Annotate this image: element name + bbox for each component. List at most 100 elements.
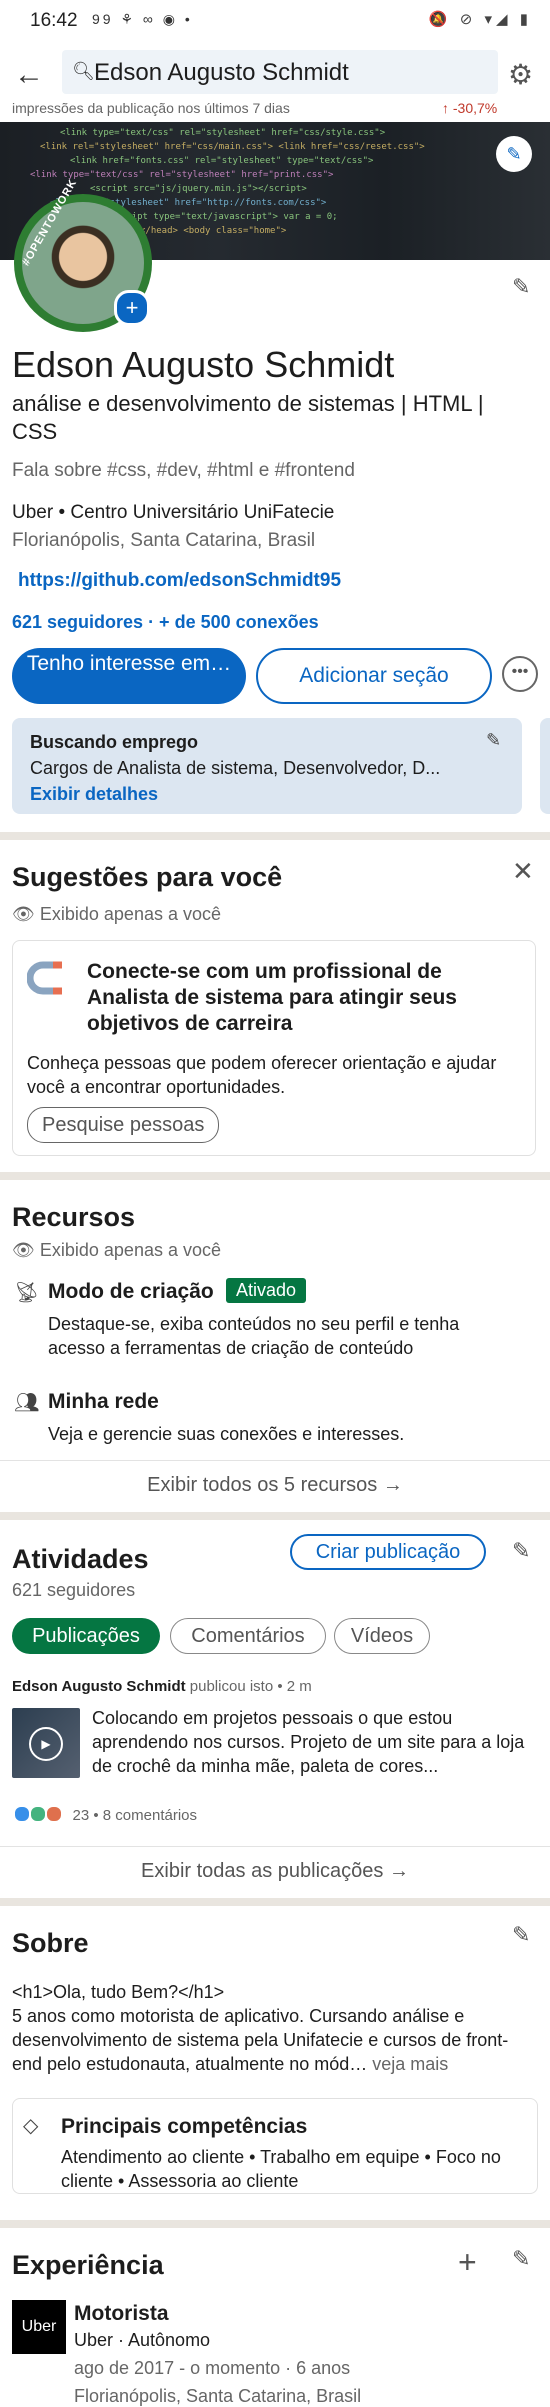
profile-headline: análise e desenvolvimento de sistemas | … <box>12 391 484 444</box>
magnet-icon <box>27 961 62 995</box>
otw-card-desc: Cargos de Analista de sistema, Desenvolv… <box>30 758 441 778</box>
section-separator <box>0 832 550 840</box>
banner-code-line: <script src="js/jquery.min.js"></script> <box>90 184 307 194</box>
top-skills-card[interactable]: ◇ Principais competências Atendimento ao… <box>12 2098 538 2194</box>
celebrate-reaction-icon <box>30 1806 47 1822</box>
post-author[interactable]: Edson Augusto Schmidt <box>12 1678 186 1695</box>
back-arrow-icon[interactable]: ← <box>14 58 48 92</box>
next-card-edge <box>540 718 550 814</box>
company-logo[interactable]: Uber <box>12 2300 66 2354</box>
job-company: Uber · Autônomo <box>74 2330 211 2350</box>
my-network-desc: Veja e gerencie suas conexões e interess… <box>48 1424 405 1444</box>
divider <box>0 1846 550 1847</box>
more-options-button[interactable]: ••• <box>502 656 538 692</box>
post-time: publicou isto • 2 m <box>189 1678 312 1695</box>
status-bar: 16:42 99 ⚘ ∞ ◉ • 🔕 ⊘ ▾◢ ▮ <box>0 0 550 44</box>
add-section-button[interactable]: Adicionar seção <box>256 648 492 704</box>
reactions-count: 23 • 8 comentários <box>72 1807 197 1824</box>
close-icon[interactable]: ✕ <box>512 856 534 887</box>
post-meta: Edson Augusto Schmidt publicou isto • 2 … <box>12 1678 312 1695</box>
section-separator <box>0 2220 550 2228</box>
divider <box>0 1460 550 1461</box>
section-separator <box>0 1172 550 1180</box>
open-to-button[interactable]: Tenho interesse em… <box>12 648 246 704</box>
tab-comments[interactable]: Comentários <box>170 1618 326 1654</box>
experience-title: Experiência <box>12 2250 164 2280</box>
suggestion-card-title: Conecte-se com um profissional de Analis… <box>87 960 457 1035</box>
my-network-title[interactable]: Minha rede <box>48 1390 159 1414</box>
edit-intro-pencil-icon[interactable]: ✎ <box>512 274 530 300</box>
eye-icon: 👁︎ <box>12 1240 35 1260</box>
edit-banner-pencil-icon[interactable]: ✎ <box>496 136 532 172</box>
edit-about-pencil-icon[interactable]: ✎ <box>512 1922 530 1948</box>
private-note: 👁︎ Exibido apenas a você <box>12 904 221 925</box>
edit-otw-pencil-icon[interactable]: ✎ <box>486 730 501 751</box>
status-time: 16:42 <box>30 10 78 31</box>
gear-icon[interactable]: ⚙ <box>508 58 533 91</box>
add-experience-plus-icon[interactable]: + <box>458 2244 477 2281</box>
activity-title: Atividades <box>12 1544 149 1574</box>
cut-off-percent: ↑ -30,7% <box>442 100 498 116</box>
tab-videos[interactable]: Vídeos <box>334 1618 430 1654</box>
about-text: <h1>Ola, tudo Bem?</h1> 5 anos como moto… <box>12 1980 538 2076</box>
private-note-text: Exibido apenas a você <box>39 904 221 924</box>
suggestions-title: Sugestões para você <box>12 862 283 892</box>
post-reactions[interactable]: 23 • 8 comentários <box>14 1806 197 1824</box>
search-query: Edson Augusto Schmidt <box>94 59 349 86</box>
cut-off-label: impressões da publicação nos últimos 7 d… <box>12 100 290 116</box>
search-people-button[interactable]: Pesquise pessoas <box>27 1107 220 1143</box>
show-all-resources-link[interactable]: Exibir todos os 5 recursos → <box>0 1474 550 1497</box>
banner-code-line: <link href="fonts.css" rel="stylesheet" … <box>70 156 374 166</box>
edit-experience-pencil-icon[interactable]: ✎ <box>512 2246 530 2272</box>
eye-icon: 👁︎ <box>12 904 35 924</box>
suggestion-card[interactable]: Conecte-se com um profissional de Analis… <box>12 940 536 1156</box>
edit-activity-pencil-icon[interactable]: ✎ <box>512 1538 530 1564</box>
profile-company: Uber • Centro Universitário UniFatecie <box>12 502 335 523</box>
see-more-link[interactable]: veja mais <box>372 2054 448 2074</box>
top-skills-list: Atendimento ao cliente • Trabalho em equ… <box>61 2147 501 2191</box>
love-reaction-icon <box>46 1806 63 1822</box>
otw-card-title: Buscando emprego <box>30 732 199 752</box>
creator-mode-desc: Destaque-se, exiba conteúdos no seu perf… <box>48 1314 460 1358</box>
profile-topics: Fala sobre #css, #dev, #html e #frontend <box>12 460 355 481</box>
broadcast-icon: 📡︎ <box>14 1282 40 1304</box>
people-icon: 👥︎ <box>14 1392 40 1414</box>
post-text[interactable]: Colocando em projetos pessoais o que est… <box>92 1706 538 1778</box>
status-badge: Ativado <box>226 1278 307 1303</box>
profile-location: Florianópolis, Santa Catarina, Brasil <box>12 530 316 551</box>
otw-card-link[interactable]: Exibir detalhes <box>30 784 158 805</box>
banner-code-line: </head> <body class="home"> <box>140 226 287 236</box>
profile-name: Edson Augusto Schmidt <box>12 344 395 385</box>
section-separator <box>0 1898 550 1906</box>
show-all-posts-link[interactable]: Exibir todas as publicações → <box>0 1860 550 1883</box>
activity-followers: 621 seguidores <box>12 1580 136 1600</box>
diamond-icon: ◇ <box>23 2115 39 2137</box>
job-dates: ago de 2017 - o momento · 6 anos <box>74 2358 351 2378</box>
play-icon[interactable]: ▶ <box>29 1727 63 1761</box>
creator-mode-title[interactable]: Modo de criação <box>48 1280 214 1304</box>
job-location: Florianópolis, Santa Catarina, Brasil <box>74 2386 362 2406</box>
profile-website-link[interactable]: https://github.com/edsonSchmidt95 <box>18 570 341 592</box>
suggestion-card-desc: Conheça pessoas que podem oferecer orien… <box>27 1053 497 1097</box>
section-separator <box>0 1512 550 1520</box>
tab-posts[interactable]: Publicações <box>12 1618 160 1654</box>
followers-connections[interactable]: 621 seguidores · + de 500 conexões <box>12 612 319 633</box>
add-photo-plus-icon[interactable]: + <box>114 290 150 326</box>
system-icons: 🔕 ⊘ ▾◢ ▮ <box>428 11 532 28</box>
resources-title: Recursos <box>12 1202 136 1232</box>
open-to-work-card[interactable]: Buscando emprego Cargos de Analista de s… <box>12 718 522 814</box>
create-post-button[interactable]: Criar publicação <box>290 1534 486 1570</box>
top-skills-title: Principais competências <box>61 2115 308 2138</box>
like-reaction-icon <box>14 1806 30 1822</box>
banner-code-line: <link type="text/css" rel="stylesheet" h… <box>60 128 386 138</box>
notification-icons: 99 ⚘ ∞ ◉ • <box>92 11 193 27</box>
search-icon: 🔍︎ <box>72 61 95 81</box>
job-title: Motorista <box>74 2302 169 2325</box>
banner-code-line: <link type="text/css" rel="stylesheet" h… <box>30 170 334 180</box>
search-input[interactable]: 🔍︎ Edson Augusto Schmidt <box>62 50 498 94</box>
banner-code-line: <link rel="stylesheet" href="css/main.cs… <box>40 142 425 152</box>
cut-off-text: impressões da publicação nos últimos 7 d… <box>12 100 497 116</box>
private-note: 👁︎ Exibido apenas a você <box>12 1240 221 1261</box>
banner-code-line: <script type="text/javascript"> var a = … <box>110 212 338 222</box>
about-title: Sobre <box>12 1928 89 1958</box>
